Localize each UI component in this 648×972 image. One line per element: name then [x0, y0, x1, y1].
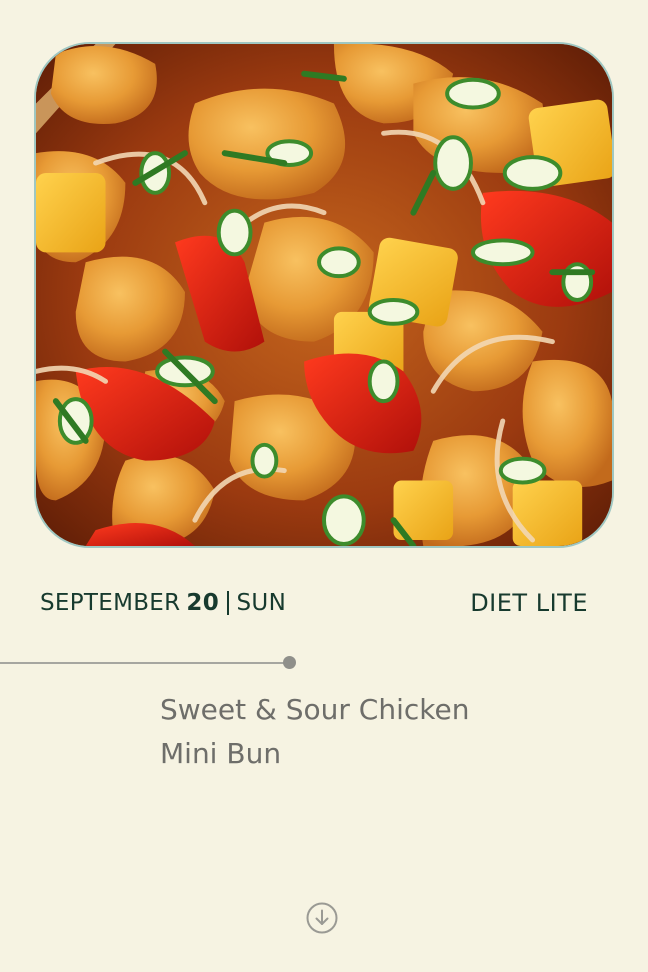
timeline-line	[0, 662, 290, 664]
meal-name: Sweet & Sour Chicken Mini Bun	[160, 688, 560, 776]
date-separator	[227, 591, 229, 615]
meal-name-line-1: Sweet & Sour Chicken	[160, 693, 470, 726]
scroll-down-button[interactable]	[306, 902, 338, 934]
diet-plan-label: DIET LITE	[470, 589, 588, 617]
meal-meta-row: SEPTEMBER 20 SUN DIET LITE	[40, 586, 588, 620]
date-month: SEPTEMBER	[40, 590, 181, 616]
food-illustration	[36, 44, 612, 546]
timeline-dot	[283, 656, 296, 669]
arrow-down-circle-icon	[306, 902, 338, 934]
meal-date: SEPTEMBER 20 SUN	[40, 590, 286, 616]
date-weekday: SUN	[236, 590, 287, 616]
meal-name-line-2: Mini Bun	[160, 737, 282, 770]
date-day: 20	[186, 590, 220, 616]
meal-hero-image	[34, 42, 614, 548]
